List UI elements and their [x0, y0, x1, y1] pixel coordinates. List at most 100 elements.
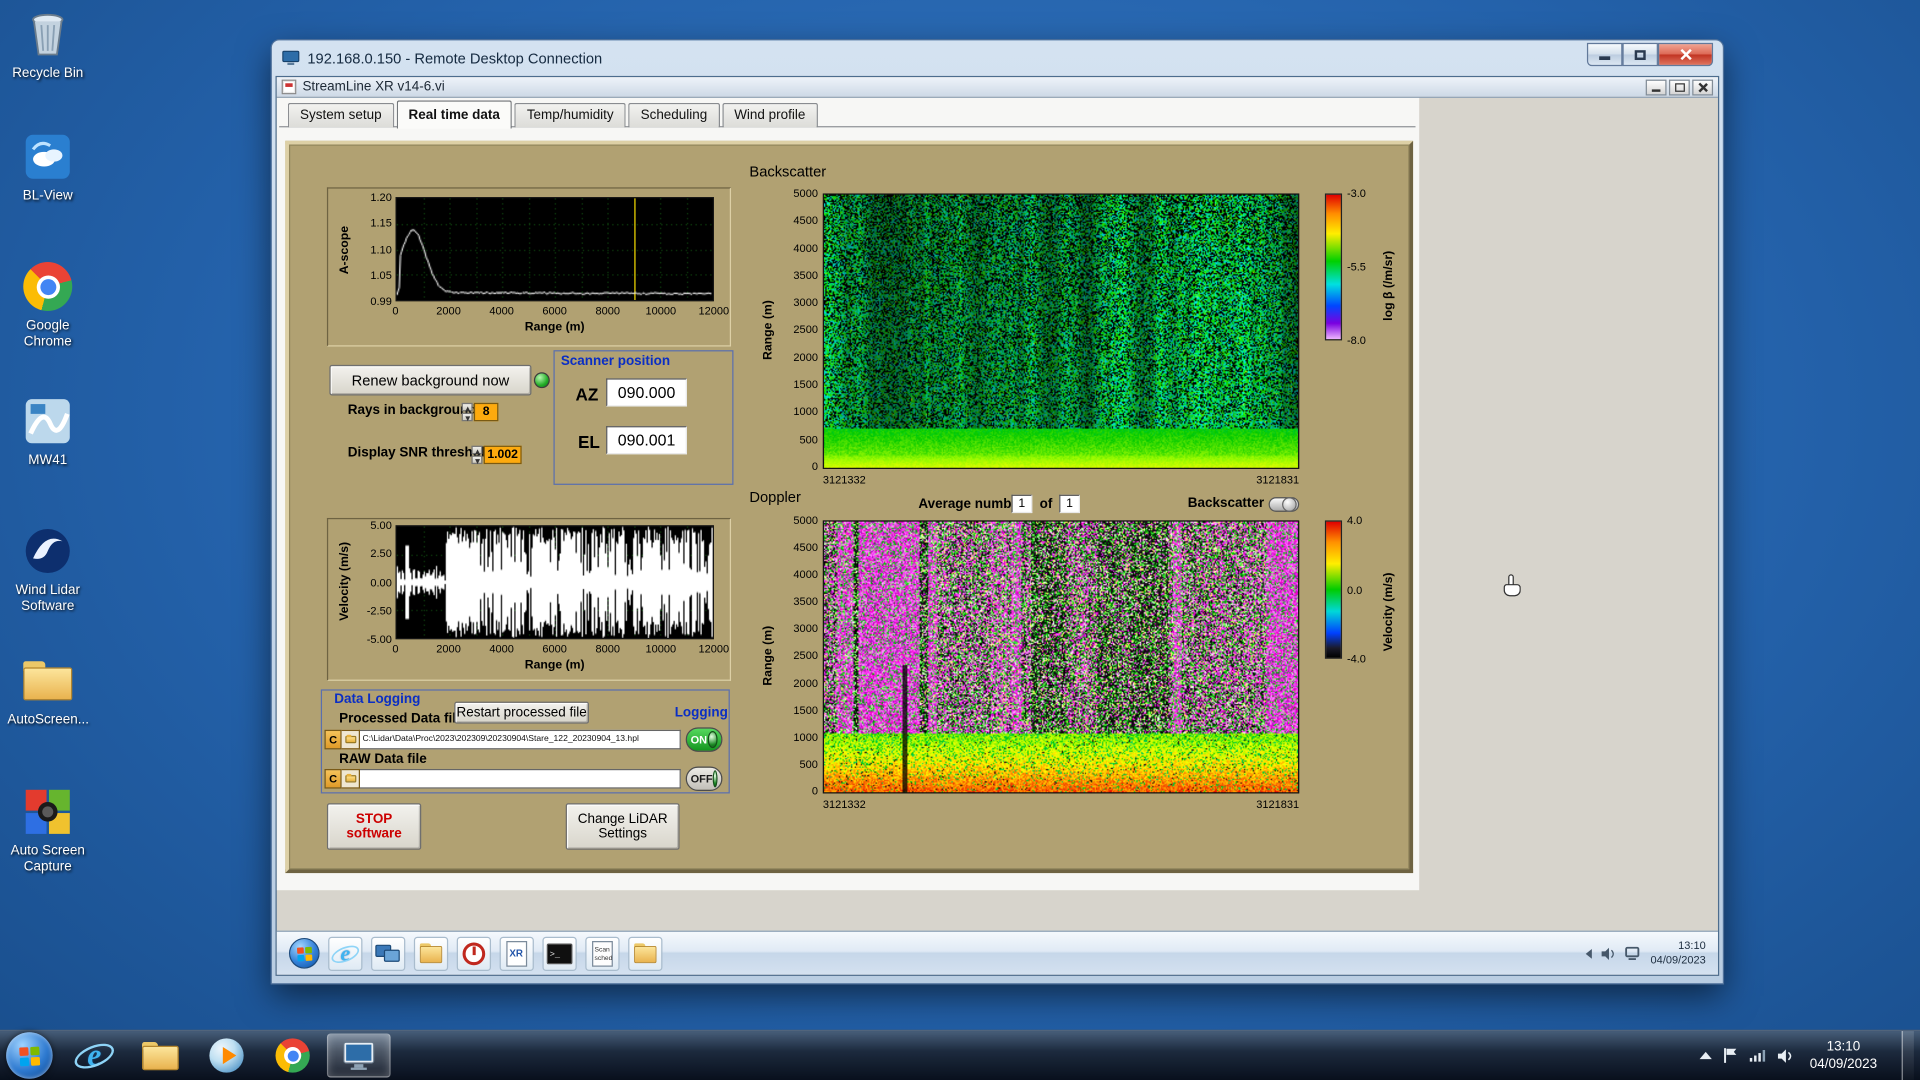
raw-logging-toggle[interactable]: OFF [686, 767, 723, 791]
chrome-icon [21, 260, 75, 314]
app-minimize-button[interactable] [1646, 79, 1667, 95]
taskbar-media-player-button[interactable] [195, 1033, 259, 1077]
desktop-icon-label: BL-View [7, 189, 88, 204]
average-number-value[interactable]: 1 [1011, 495, 1032, 513]
remote-xr-vi-icon[interactable]: XR [500, 936, 534, 970]
of-label: of [1040, 497, 1053, 512]
az-value[interactable]: 090.000 [606, 378, 687, 406]
mouse-cursor [1501, 573, 1521, 604]
app-titlebar[interactable]: StreamLine XR v14-6.vi [277, 77, 1718, 98]
restart-processed-file-button[interactable]: Restart processed file [454, 702, 589, 724]
tab-wind-profile[interactable]: Wind profile [722, 103, 818, 127]
folder-browse-icon[interactable] [342, 730, 360, 750]
remote-explorer-folder-icon[interactable] [628, 936, 662, 970]
volume-icon[interactable] [1777, 1048, 1794, 1064]
drive-letter-badge: C [324, 730, 341, 750]
taskbar-clock[interactable]: 13:10 04/09/2023 [1810, 1038, 1877, 1073]
show-desktop-button[interactable] [1902, 1030, 1914, 1080]
desktop-icon-label: Wind Lidar Software [7, 583, 88, 614]
remote-start-button[interactable] [289, 938, 320, 969]
remote-clock[interactable]: 13:10 04/09/2023 [1651, 939, 1706, 968]
app-close-button[interactable] [1692, 79, 1713, 95]
desktop-icon-label: Auto Screen Capture [7, 844, 88, 875]
maximize-button[interactable] [1622, 43, 1658, 66]
remote-scan-scheduler-icon[interactable]: Scan sched [585, 936, 619, 970]
stop-software-button[interactable]: STOP software [327, 803, 421, 850]
remote-ie-icon[interactable] [328, 936, 362, 970]
desktop-icon-wind-lidar[interactable]: Wind Lidar Software [7, 524, 88, 614]
backscatter-y-axis-label: Range (m) [762, 193, 775, 466]
snr-value[interactable]: 1.002 [484, 446, 522, 464]
remote-command-prompt-icon[interactable]: >_ [542, 936, 576, 970]
rdp-app-icon [340, 1039, 377, 1072]
processed-path-control[interactable]: C C:\Lidar\Data\Proc\2023\202309\2023090… [324, 730, 680, 750]
renew-background-button[interactable]: Renew background now [329, 365, 531, 396]
rays-value[interactable]: 8 [474, 403, 498, 421]
backscatter-toggle-label: Backscatter [1188, 496, 1264, 511]
taskbar-ie-button[interactable] [62, 1033, 126, 1077]
close-button[interactable] [1658, 43, 1713, 66]
folder-browse-icon[interactable] [342, 769, 360, 789]
snr-stepper[interactable] [471, 446, 482, 464]
backscatter-x-end: 3121831 [1177, 474, 1299, 486]
desktop-icon-recycle-bin[interactable]: Recycle Bin [7, 7, 88, 81]
velocity-group: Velocity (m/s) 5.00 2.50 0.00 -2.50 -5.00 02… [327, 518, 731, 681]
velocity-x-axis-label: Range (m) [396, 659, 714, 672]
minimize-button[interactable] [1587, 43, 1623, 66]
doppler-x-end: 3121831 [1177, 798, 1299, 810]
raw-path-field[interactable] [360, 769, 681, 789]
processed-path-field[interactable]: C:\Lidar\Data\Proc\2023\202309\20230904\… [360, 730, 681, 750]
wind-lidar-icon [21, 524, 75, 578]
desktop-icon-mw41[interactable]: MW41 [7, 394, 88, 468]
raw-path-control[interactable]: C [324, 769, 680, 789]
tab-system-setup[interactable]: System setup [288, 103, 394, 127]
taskbar-rdp-button[interactable] [327, 1033, 391, 1077]
remote-power-icon[interactable] [457, 936, 491, 970]
ascope-y-axis-label: A-scope [338, 201, 351, 299]
app-maximize-button[interactable] [1669, 79, 1690, 95]
data-logging-group: Data Logging Processed Data file Restart… [321, 689, 730, 793]
doppler-heatmap [823, 520, 1299, 793]
average-total-value[interactable]: 1 [1059, 495, 1080, 513]
start-button[interactable] [6, 1032, 53, 1079]
action-center-flag-icon[interactable] [1723, 1047, 1738, 1064]
backscatter-toggle[interactable] [1269, 497, 1300, 512]
tab-scheduling[interactable]: Scheduling [628, 103, 719, 127]
processed-logging-toggle[interactable]: ON [686, 727, 723, 751]
velocity-y-ticks: 5.00 2.50 0.00 -2.50 -5.00 [356, 519, 392, 645]
velocity-plot [396, 525, 714, 639]
velocity-x-ticks: 0 2000 4000 6000 8000 10000 12000 [375, 643, 735, 655]
recycle-bin-icon [21, 7, 75, 61]
backscatter-y-ticks: 5000 4500 4000 3500 3000 2500 2000 1500 1000 500 0 [781, 187, 818, 472]
backscatter-heatmap-canvas [824, 195, 1298, 468]
change-lidar-settings-button[interactable]: Change LiDAR Settings [566, 803, 680, 850]
desktop-icon-bl-view[interactable]: BL-View [7, 130, 88, 204]
desktop-icon-auto-screen-capture[interactable]: Auto Screen Capture [7, 785, 88, 875]
tab-real-time-data[interactable]: Real time data [396, 100, 512, 128]
rdp-window-icon [282, 50, 300, 66]
tab-temp-humidity[interactable]: Temp/humidity [515, 103, 626, 127]
remote-folder-icon[interactable] [414, 936, 448, 970]
desktop-icon-google-chrome[interactable]: Google Chrome [7, 260, 88, 350]
svg-text:Scan: Scan [594, 946, 610, 953]
el-label: EL [578, 432, 600, 452]
labview-vi-icon [282, 80, 297, 95]
rays-stepper[interactable] [462, 403, 473, 421]
el-value[interactable]: 090.001 [606, 426, 687, 454]
backscatter-colorbar-label: log β (/m/sr) [1382, 193, 1395, 377]
rdp-titlebar[interactable]: 192.168.0.150 - Remote Desktop Connectio… [276, 40, 1720, 76]
remote-volume-icon[interactable] [1600, 946, 1616, 961]
rays-in-background-label: Rays in background [348, 403, 477, 418]
velocity-y-axis-label: Velocity (m/s) [338, 529, 351, 633]
remote-computers-icon[interactable] [371, 936, 405, 970]
app-title: StreamLine XR v14-6.vi [302, 80, 444, 95]
taskbar-chrome-button[interactable] [261, 1033, 325, 1077]
remote-tray-expand-icon[interactable] [1586, 948, 1592, 958]
taskbar-explorer-button[interactable] [129, 1033, 193, 1077]
network-icon[interactable] [1748, 1048, 1765, 1063]
remote-network-icon[interactable] [1625, 946, 1642, 961]
desktop-icon-autoscreen[interactable]: AutoScreen... [7, 654, 88, 728]
tray-expand-icon[interactable] [1700, 1052, 1712, 1059]
app-page: System setup Real time data Temp/humidit… [277, 98, 1419, 890]
desktop-icon-label: Recycle Bin [7, 66, 88, 81]
